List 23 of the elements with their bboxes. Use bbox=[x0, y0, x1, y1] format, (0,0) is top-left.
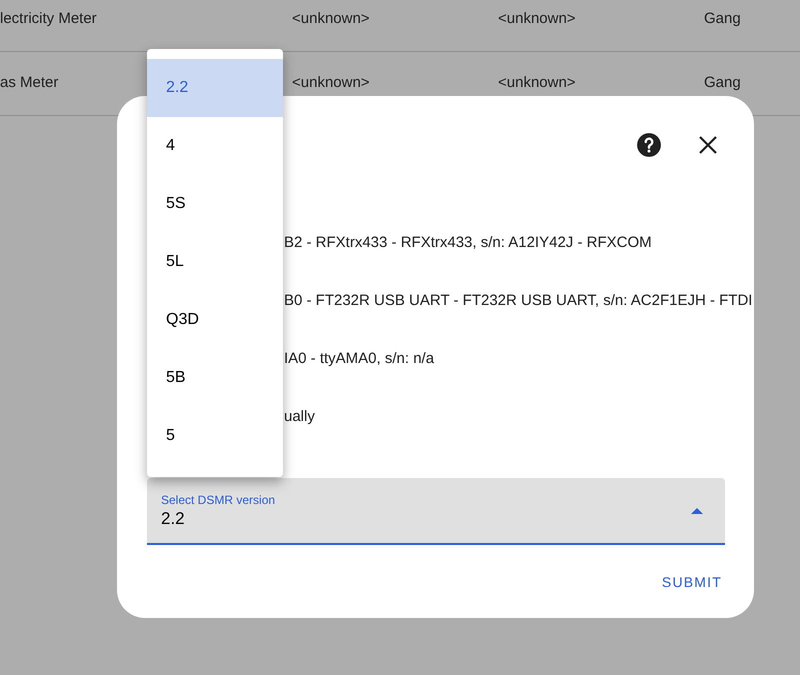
menu-item[interactable]: 5L bbox=[147, 233, 283, 291]
help-icon[interactable] bbox=[636, 132, 662, 158]
table-cell: <unknown> bbox=[498, 74, 576, 92]
submit-button[interactable]: SUBMIT bbox=[656, 571, 728, 594]
table-cell: <unknown> bbox=[498, 10, 576, 28]
table-cell: Gang bbox=[704, 10, 741, 28]
menu-item[interactable]: 2.2 bbox=[147, 59, 283, 117]
option-label: IA0 - ttyAMA0, s/n: n/a bbox=[284, 348, 434, 369]
table-cell: <unknown> bbox=[292, 10, 370, 28]
menu-item[interactable]: 5S bbox=[147, 175, 283, 233]
table-cell: as Meter bbox=[0, 74, 58, 92]
dsmr-version-select[interactable]: Select DSMR version 2.2 bbox=[147, 478, 725, 545]
menu-item[interactable]: Q3D bbox=[147, 291, 283, 349]
table-cell: <unknown> bbox=[292, 74, 370, 92]
option-label: B0 - FT232R USB UART - FT232R USB UART, s/n: AC2F1EJH - FTDI bbox=[284, 290, 752, 311]
table-cell: Gang bbox=[704, 74, 741, 92]
menu-item[interactable]: 5B bbox=[147, 349, 283, 407]
close-icon[interactable] bbox=[698, 135, 718, 155]
option-label: ually bbox=[284, 406, 315, 427]
table-cell: lectricity Meter bbox=[0, 10, 97, 28]
menu-item[interactable]: 5 bbox=[147, 407, 283, 465]
menu-item[interactable]: 4 bbox=[147, 117, 283, 175]
option-label: B2 - RFXtrx433 - RFXtrx433, s/n: A12IY42J - RFXCOM bbox=[284, 232, 652, 253]
